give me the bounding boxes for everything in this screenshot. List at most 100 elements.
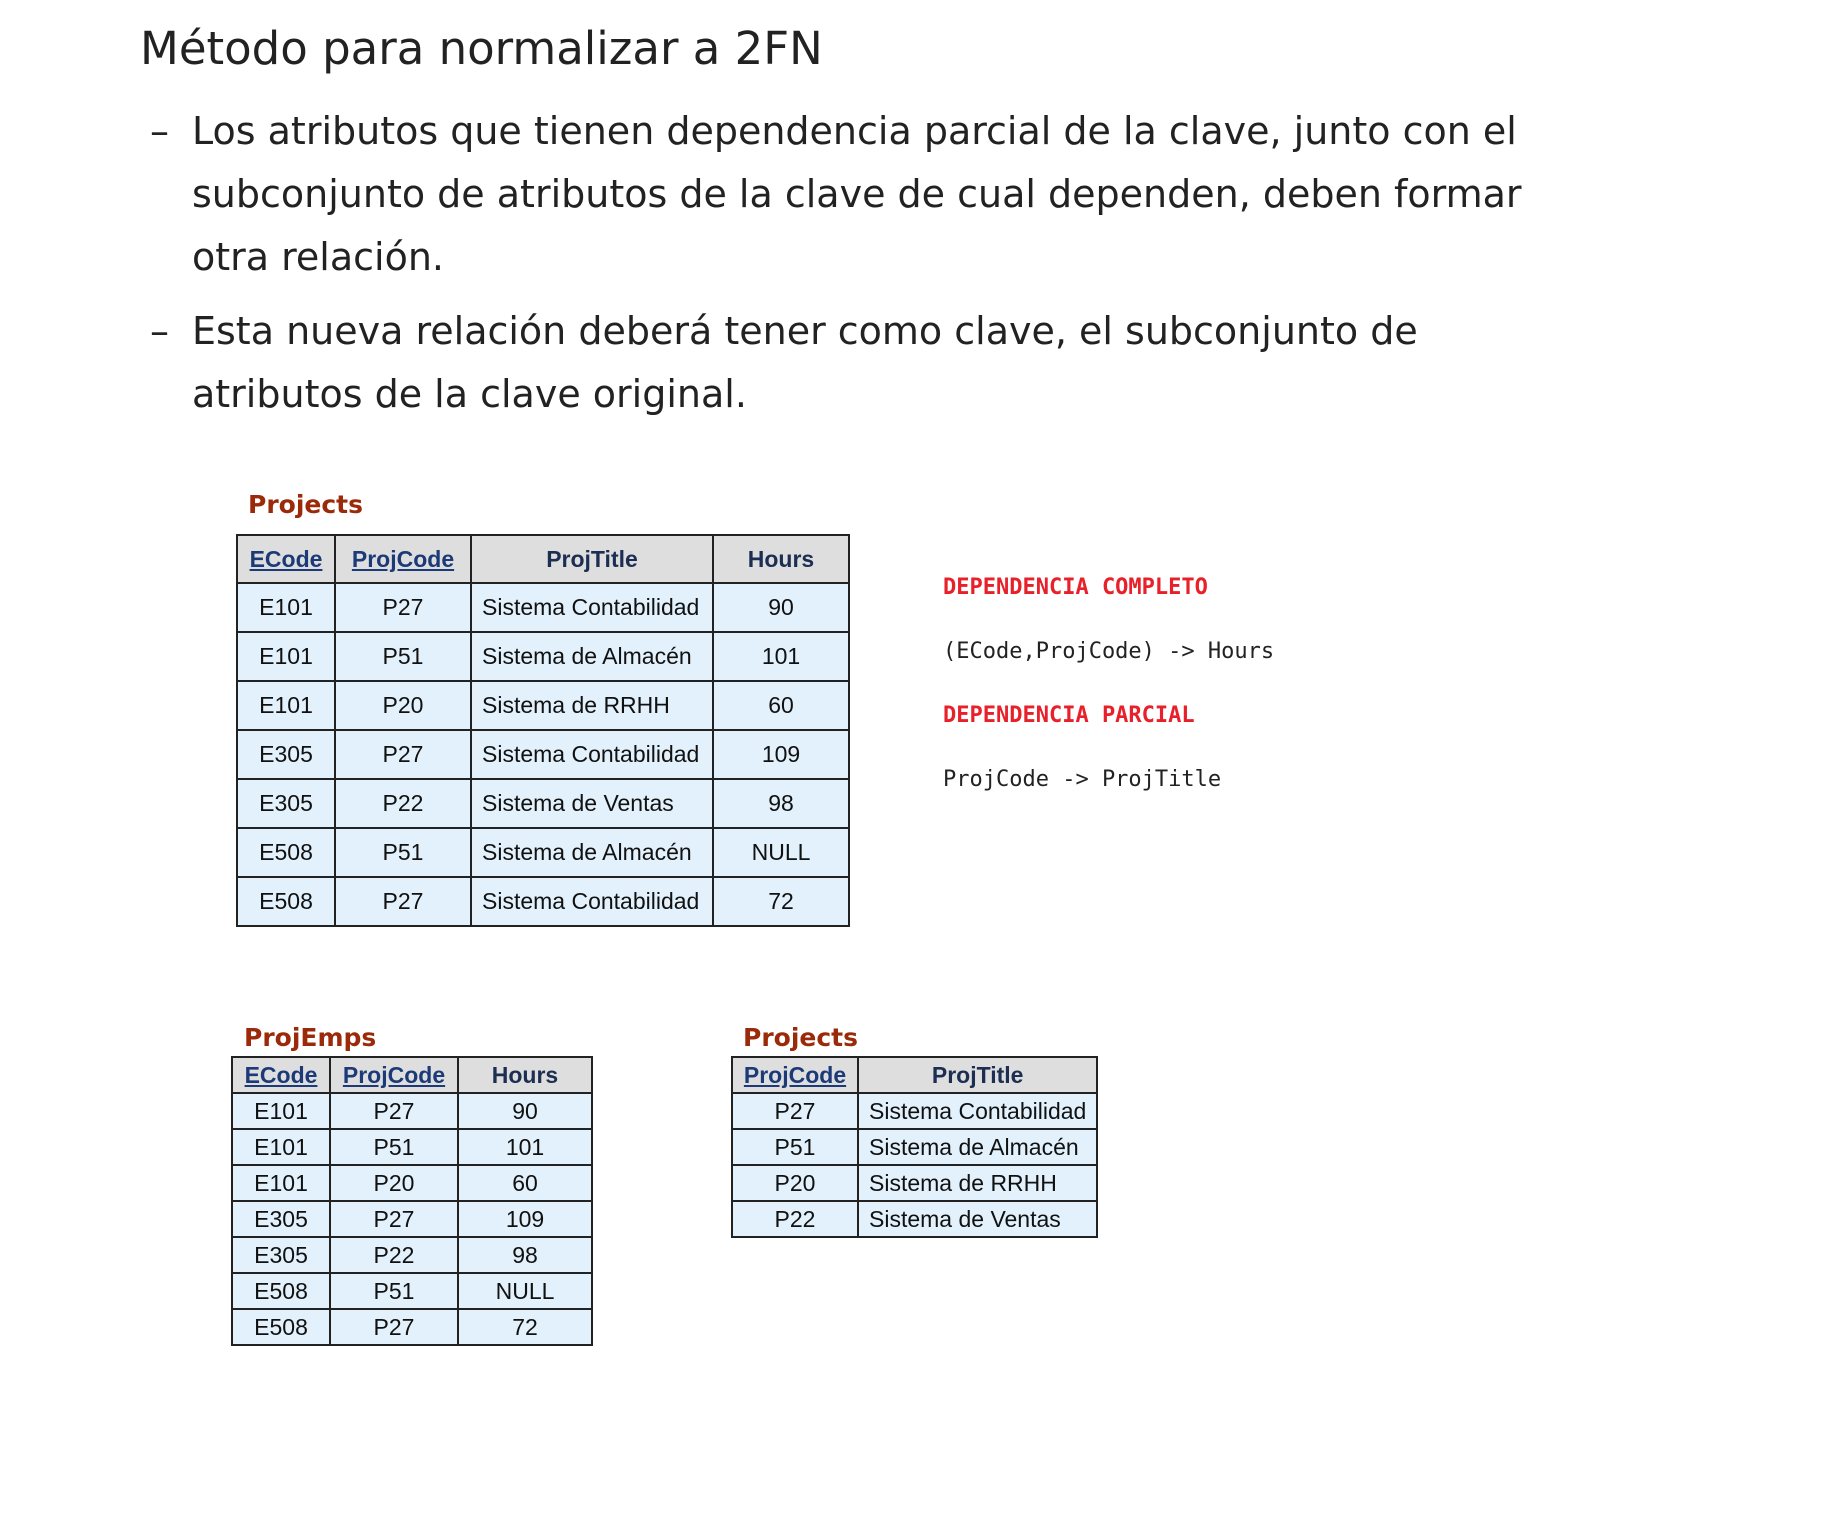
complete-dependency-rule: (ECode,ProjCode) -> Hours bbox=[943, 639, 1275, 664]
table-cell: P27 bbox=[329, 1092, 459, 1130]
table-row: E305 P22 98 bbox=[231, 1236, 593, 1274]
table-cell: 60 bbox=[712, 680, 850, 731]
table-cell: 101 bbox=[712, 631, 850, 682]
table-cell: P27 bbox=[329, 1200, 459, 1238]
table-row: E305 P22 Sistema de Ventas 98 bbox=[236, 778, 850, 829]
table-cell: P27 bbox=[334, 876, 472, 927]
table-cell: Sistema Contabilidad bbox=[470, 729, 714, 780]
table-cell: Sistema Contabilidad bbox=[470, 582, 714, 633]
table-cell: 60 bbox=[457, 1164, 593, 1202]
table-row: P20 Sistema de RRHH bbox=[731, 1164, 1099, 1202]
table-cell: Sistema de Ventas bbox=[856, 1200, 1099, 1238]
table-cell: P51 bbox=[329, 1272, 459, 1310]
column-header: ProjTitle bbox=[470, 534, 714, 584]
column-header: Hours bbox=[457, 1056, 593, 1094]
table-row: E305 P27 Sistema Contabilidad 109 bbox=[236, 729, 850, 780]
column-header: ProjTitle bbox=[856, 1056, 1099, 1094]
column-header: ECode bbox=[236, 534, 336, 584]
table-cell: P22 bbox=[334, 778, 472, 829]
table-cell: Sistema de RRHH bbox=[856, 1164, 1099, 1202]
table-cell: 72 bbox=[457, 1308, 593, 1346]
column-header: ProjCode bbox=[329, 1056, 459, 1094]
table-cell: 98 bbox=[457, 1236, 593, 1274]
projects-split-table: ProjCode ProjTitle P27 Sistema Contabilidad… bbox=[731, 1056, 1099, 1238]
table-cell: E101 bbox=[236, 631, 336, 682]
table-row: E101 P20 Sistema de RRHH 60 bbox=[236, 680, 850, 731]
table-cell: 90 bbox=[712, 582, 850, 633]
partial-dependency-heading: DEPENDENCIA PARCIAL bbox=[943, 703, 1195, 728]
table-cell: P27 bbox=[329, 1308, 459, 1346]
table-cell: P51 bbox=[334, 631, 472, 682]
table-cell: 109 bbox=[457, 1200, 593, 1238]
bullet-text: Los atributos que tienen dependencia par… bbox=[192, 109, 1522, 279]
table-cell: E101 bbox=[236, 582, 336, 633]
table-cell: Sistema de Ventas bbox=[470, 778, 714, 829]
table-cell: E305 bbox=[231, 1200, 331, 1238]
table-row: P27 Sistema Contabilidad bbox=[731, 1092, 1099, 1130]
table-cell: P51 bbox=[329, 1128, 459, 1166]
bullet-text: Esta nueva relación deberá tener como cl… bbox=[192, 309, 1418, 416]
table-row: E305 P27 109 bbox=[231, 1200, 593, 1238]
table-row: E101 P27 Sistema Contabilidad 90 bbox=[236, 582, 850, 633]
table-cell: 109 bbox=[712, 729, 850, 780]
table-cell: P20 bbox=[731, 1164, 859, 1202]
table-cell: 101 bbox=[457, 1128, 593, 1166]
table-cell: NULL bbox=[457, 1272, 593, 1310]
table-row: E101 P27 90 bbox=[231, 1092, 593, 1130]
bullet-item: – Esta nueva relación deberá tener como … bbox=[150, 300, 1550, 426]
table-cell: P27 bbox=[731, 1092, 859, 1130]
projects-split-table-caption: Projects bbox=[743, 1023, 859, 1052]
bullet-item: – Los atributos que tienen dependencia p… bbox=[150, 100, 1550, 289]
table-cell: E508 bbox=[236, 827, 336, 878]
table-row: P51 Sistema de Almacén bbox=[731, 1128, 1099, 1166]
table-cell: Sistema de Almacén bbox=[470, 827, 714, 878]
table-cell: Sistema Contabilidad bbox=[856, 1092, 1099, 1130]
table-cell: E305 bbox=[231, 1236, 331, 1274]
bullet-dash: – bbox=[150, 309, 169, 353]
table-row: E101 P51 101 bbox=[231, 1128, 593, 1166]
table-header-row: ECode ProjCode Hours bbox=[231, 1056, 593, 1094]
table-cell: P27 bbox=[334, 729, 472, 780]
projemps-table: ECode ProjCode Hours E101 P27 90 E101 P51 101 E10… bbox=[231, 1056, 593, 1346]
partial-dependency-rule: ProjCode -> ProjTitle bbox=[943, 767, 1222, 792]
projemps-table-caption: ProjEmps bbox=[244, 1023, 377, 1052]
projects-table: ECode ProjCode ProjTitle Hours E101 P27 Sistem… bbox=[236, 534, 850, 927]
table-row: E508 P27 72 bbox=[231, 1308, 593, 1346]
table-cell: E101 bbox=[231, 1092, 331, 1130]
table-cell: E508 bbox=[236, 876, 336, 927]
table-header-row: ProjCode ProjTitle bbox=[731, 1056, 1099, 1094]
table-row: E508 P27 Sistema Contabilidad 72 bbox=[236, 876, 850, 927]
table-cell: NULL bbox=[712, 827, 850, 878]
column-header: ProjCode bbox=[334, 534, 472, 584]
table-cell: Sistema de Almacén bbox=[856, 1128, 1099, 1166]
table-header-row: ECode ProjCode ProjTitle Hours bbox=[236, 534, 850, 584]
table-cell: E305 bbox=[236, 778, 336, 829]
table-cell: P22 bbox=[731, 1200, 859, 1238]
table-cell: E305 bbox=[236, 729, 336, 780]
table-cell: P20 bbox=[334, 680, 472, 731]
table-cell: E101 bbox=[236, 680, 336, 731]
table-cell: 90 bbox=[457, 1092, 593, 1130]
table-cell: Sistema Contabilidad bbox=[470, 876, 714, 927]
table-cell: Sistema de Almacén bbox=[470, 631, 714, 682]
bullet-dash: – bbox=[150, 109, 169, 153]
table-row: P22 Sistema de Ventas bbox=[731, 1200, 1099, 1238]
table-cell: E508 bbox=[231, 1272, 331, 1310]
column-header: ProjCode bbox=[731, 1056, 859, 1094]
table-row: E101 P20 60 bbox=[231, 1164, 593, 1202]
column-header: ECode bbox=[231, 1056, 331, 1094]
table-cell: P27 bbox=[334, 582, 472, 633]
table-cell: P51 bbox=[731, 1128, 859, 1166]
complete-dependency-heading: DEPENDENCIA COMPLETO bbox=[943, 575, 1208, 600]
table-cell: P51 bbox=[334, 827, 472, 878]
table-cell: Sistema de RRHH bbox=[470, 680, 714, 731]
table-cell: E101 bbox=[231, 1164, 331, 1202]
table-cell: P20 bbox=[329, 1164, 459, 1202]
column-header: Hours bbox=[712, 534, 850, 584]
table-cell: 72 bbox=[712, 876, 850, 927]
table-cell: P22 bbox=[329, 1236, 459, 1274]
projects-table-caption: Projects bbox=[248, 490, 364, 519]
table-cell: E101 bbox=[231, 1128, 331, 1166]
table-cell: 98 bbox=[712, 778, 850, 829]
table-cell: E508 bbox=[231, 1308, 331, 1346]
